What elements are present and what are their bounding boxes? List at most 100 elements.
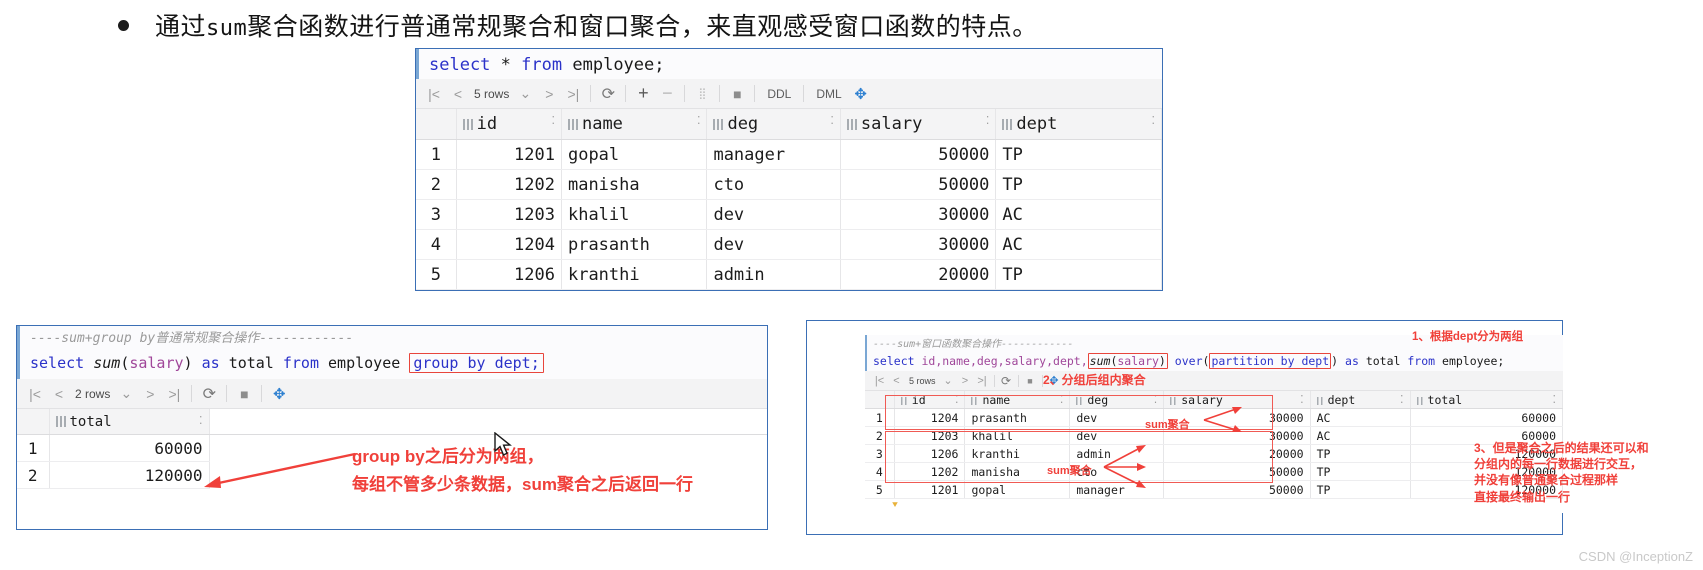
column-header-name[interactable]: name ⁚ xyxy=(561,109,708,140)
cell-total[interactable]: 120000 xyxy=(49,461,210,489)
row-count-label[interactable]: 5 rows xyxy=(905,376,940,386)
sort-indicator-icon[interactable]: ⁚ xyxy=(1152,114,1156,127)
cell-deg[interactable]: dev xyxy=(706,199,841,230)
cell-dept[interactable]: AC xyxy=(1310,408,1411,427)
next-page-icon[interactable]: > xyxy=(537,82,561,106)
cell-deg[interactable]: admin xyxy=(706,259,841,290)
cell-name[interactable]: gopal xyxy=(964,480,1071,499)
cell-name[interactable]: khalil xyxy=(964,426,1071,445)
cell-deg[interactable]: manager xyxy=(706,139,841,170)
left-sql-editor[interactable]: ----sum+group by普通常规聚合操作------------ sel… xyxy=(17,326,767,379)
top-sql-editor[interactable]: select * from employee; xyxy=(416,49,1162,79)
cell-id[interactable]: 1201 xyxy=(894,480,966,499)
first-page-icon[interactable]: |< xyxy=(23,382,47,406)
previous-page-icon[interactable]: < xyxy=(888,372,905,389)
chevron-down-icon[interactable]: ⌄ xyxy=(114,382,138,406)
ddl-button[interactable]: DDL xyxy=(760,87,798,101)
column-header-deg[interactable]: deg ⁚ xyxy=(706,109,841,140)
table-row[interactable]: 1 1201 gopal manager 50000 TP xyxy=(416,139,1162,170)
first-page-icon[interactable]: |< xyxy=(871,372,888,389)
chevron-down-icon[interactable]: ⌄ xyxy=(940,372,957,389)
next-page-icon[interactable]: > xyxy=(957,372,974,389)
stop-icon[interactable]: ■ xyxy=(725,82,749,106)
cell-id[interactable]: 1204 xyxy=(894,408,966,427)
cell-dept[interactable]: TP xyxy=(995,139,1162,170)
refresh-icon[interactable]: ⟳ xyxy=(596,82,620,106)
cell-salary[interactable]: 50000 xyxy=(840,169,997,200)
cell-salary[interactable]: 30000 xyxy=(840,229,997,260)
cell-name[interactable]: kranthi xyxy=(561,259,708,290)
column-header-salary[interactable]: salary ⁚ xyxy=(840,109,997,140)
cell-name[interactable]: khalil xyxy=(561,199,708,230)
table-row[interactable]: 5 1206 kranthi admin 20000 TP xyxy=(416,259,1162,290)
cell-dept[interactable]: TP xyxy=(995,259,1162,290)
cell-id[interactable]: 1202 xyxy=(456,169,562,200)
cell-salary[interactable]: 50000 xyxy=(840,139,997,170)
cell-id[interactable]: 1204 xyxy=(456,229,562,260)
sort-indicator-icon[interactable]: ⁚ xyxy=(1400,393,1404,406)
cell-salary[interactable]: 50000 xyxy=(1163,480,1311,499)
sort-indicator-icon[interactable]: ⁚ xyxy=(986,114,990,127)
cell-name[interactable]: kranthi xyxy=(964,444,1071,463)
sort-indicator-icon[interactable]: ⁚ xyxy=(830,114,834,127)
cell-total[interactable]: 60000 xyxy=(1410,408,1564,427)
table-row[interactable]: 5 1201 gopal manager 50000 TP 120000 xyxy=(865,480,1564,499)
last-page-icon[interactable]: >| xyxy=(162,382,186,406)
chevron-down-icon[interactable]: ⌄ xyxy=(513,82,537,106)
sort-indicator-icon[interactable]: ⁚ xyxy=(697,114,701,127)
cell-dept[interactable]: AC xyxy=(995,229,1162,260)
sort-indicator-icon[interactable]: ⁚ xyxy=(955,393,959,406)
previous-page-icon[interactable]: < xyxy=(47,382,71,406)
cell-id[interactable]: 1202 xyxy=(894,462,966,481)
table-row[interactable]: 3 1203 khalil dev 30000 AC xyxy=(416,199,1162,230)
cell-id[interactable]: 1203 xyxy=(894,426,966,445)
cell-id[interactable]: 1201 xyxy=(456,139,562,170)
cell-dept[interactable]: AC xyxy=(995,199,1162,230)
sort-indicator-icon[interactable]: ⁚ xyxy=(1154,393,1158,406)
magic-wand-icon[interactable]: ✥ xyxy=(849,82,873,106)
column-header-id[interactable]: id ⁚ xyxy=(894,391,966,409)
column-header-deg[interactable]: deg ⁚ xyxy=(1069,391,1165,409)
cell-name[interactable]: manisha xyxy=(561,169,708,200)
cell-deg[interactable]: cto xyxy=(706,169,841,200)
row-count-label[interactable]: 2 rows xyxy=(71,387,114,401)
table-row[interactable]: 4 1204 prasanth dev 30000 AC xyxy=(416,229,1162,260)
cell-total[interactable]: 60000 xyxy=(49,434,210,462)
cell-salary[interactable]: 50000 xyxy=(1163,462,1311,481)
cell-dept[interactable]: AC xyxy=(1310,426,1411,445)
cell-dept[interactable]: TP xyxy=(1310,444,1411,463)
table-row[interactable]: 3 1206 kranthi admin 20000 TP 120000 xyxy=(865,444,1564,463)
cell-name[interactable]: prasanth xyxy=(561,229,708,260)
column-header-dept[interactable]: dept ⁚ xyxy=(1310,391,1411,409)
column-header-name[interactable]: name ⁚ xyxy=(964,391,1071,409)
dml-button[interactable]: DML xyxy=(809,87,848,101)
cell-salary[interactable]: 30000 xyxy=(840,199,997,230)
refresh-icon[interactable]: ⟳ xyxy=(197,382,221,406)
column-header-total[interactable]: total ⁚ xyxy=(49,409,210,435)
column-header-id[interactable]: id ⁚ xyxy=(456,109,562,140)
cell-dept[interactable]: TP xyxy=(1310,462,1411,481)
stop-icon[interactable]: ■ xyxy=(1022,372,1039,389)
cell-id[interactable]: 1203 xyxy=(456,199,562,230)
magic-wand-icon[interactable]: ✥ xyxy=(267,382,291,406)
column-header-dept[interactable]: dept ⁚ xyxy=(995,109,1162,140)
sort-indicator-icon[interactable]: ⁚ xyxy=(1553,393,1557,406)
column-header-total[interactable]: total ⁚ xyxy=(1410,391,1564,409)
cell-name[interactable]: prasanth xyxy=(964,408,1071,427)
cell-id[interactable]: 1206 xyxy=(456,259,562,290)
first-page-icon[interactable]: |< xyxy=(422,82,446,106)
cell-salary[interactable]: 20000 xyxy=(1163,444,1311,463)
cell-id[interactable]: 1206 xyxy=(894,444,966,463)
sort-indicator-icon[interactable]: ⁚ xyxy=(1060,393,1064,406)
table-row[interactable]: 4 1202 manisha cto 50000 TP 120000 xyxy=(865,462,1564,481)
insert-row-indicator[interactable]: ⯆ xyxy=(865,499,1563,513)
previous-page-icon[interactable]: < xyxy=(446,82,470,106)
sort-indicator-icon[interactable]: ⁚ xyxy=(1300,393,1304,406)
cell-name[interactable]: gopal xyxy=(561,139,708,170)
sort-indicator-icon[interactable]: ⁚ xyxy=(199,414,203,427)
add-row-icon[interactable]: + xyxy=(631,82,655,106)
last-page-icon[interactable]: >| xyxy=(561,82,585,106)
sort-indicator-icon[interactable]: ⁚ xyxy=(551,114,555,127)
refresh-icon[interactable]: ⟳ xyxy=(998,372,1015,389)
cell-dept[interactable]: TP xyxy=(995,169,1162,200)
